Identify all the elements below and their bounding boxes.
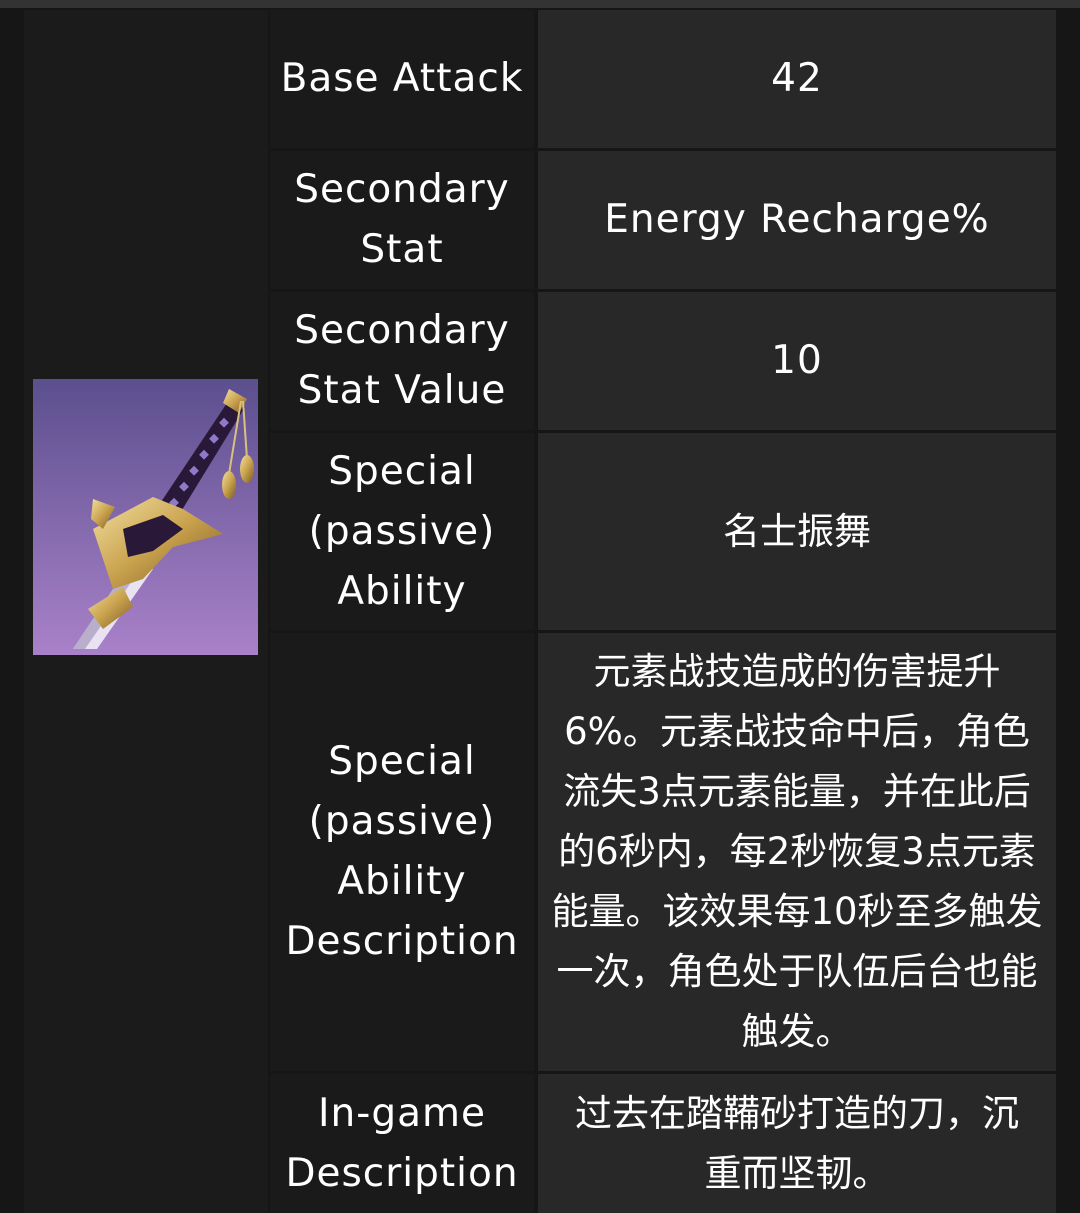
label-passive-ability: Special (passive) Ability — [270, 433, 534, 630]
value-secondary-stat-value: 10 — [538, 292, 1056, 430]
label-base-attack: Base Attack — [270, 10, 534, 148]
value-passive-ability: 名士振舞 — [538, 433, 1056, 630]
value-base-attack: 42 — [538, 10, 1056, 148]
sword-icon — [33, 379, 258, 655]
value-secondary-stat: Energy Recharge% — [538, 151, 1056, 289]
label-secondary-stat-value: Secondary Stat Value — [270, 292, 534, 430]
value-ingame-description: 过去在踏鞴砂打造的刀，沉重而坚韧。 — [538, 1074, 1056, 1213]
label-passive-description: Special (passive) Ability Description — [270, 633, 534, 1071]
weapon-image — [33, 379, 258, 655]
label-secondary-stat: Secondary Stat — [270, 151, 534, 289]
value-passive-description: 元素战技造成的伤害提升6%。元素战技命中后，角色流失3点元素能量，并在此后的6秒… — [538, 633, 1056, 1071]
label-ingame-description: In-game Description — [270, 1074, 534, 1213]
top-bar — [0, 0, 1080, 8]
